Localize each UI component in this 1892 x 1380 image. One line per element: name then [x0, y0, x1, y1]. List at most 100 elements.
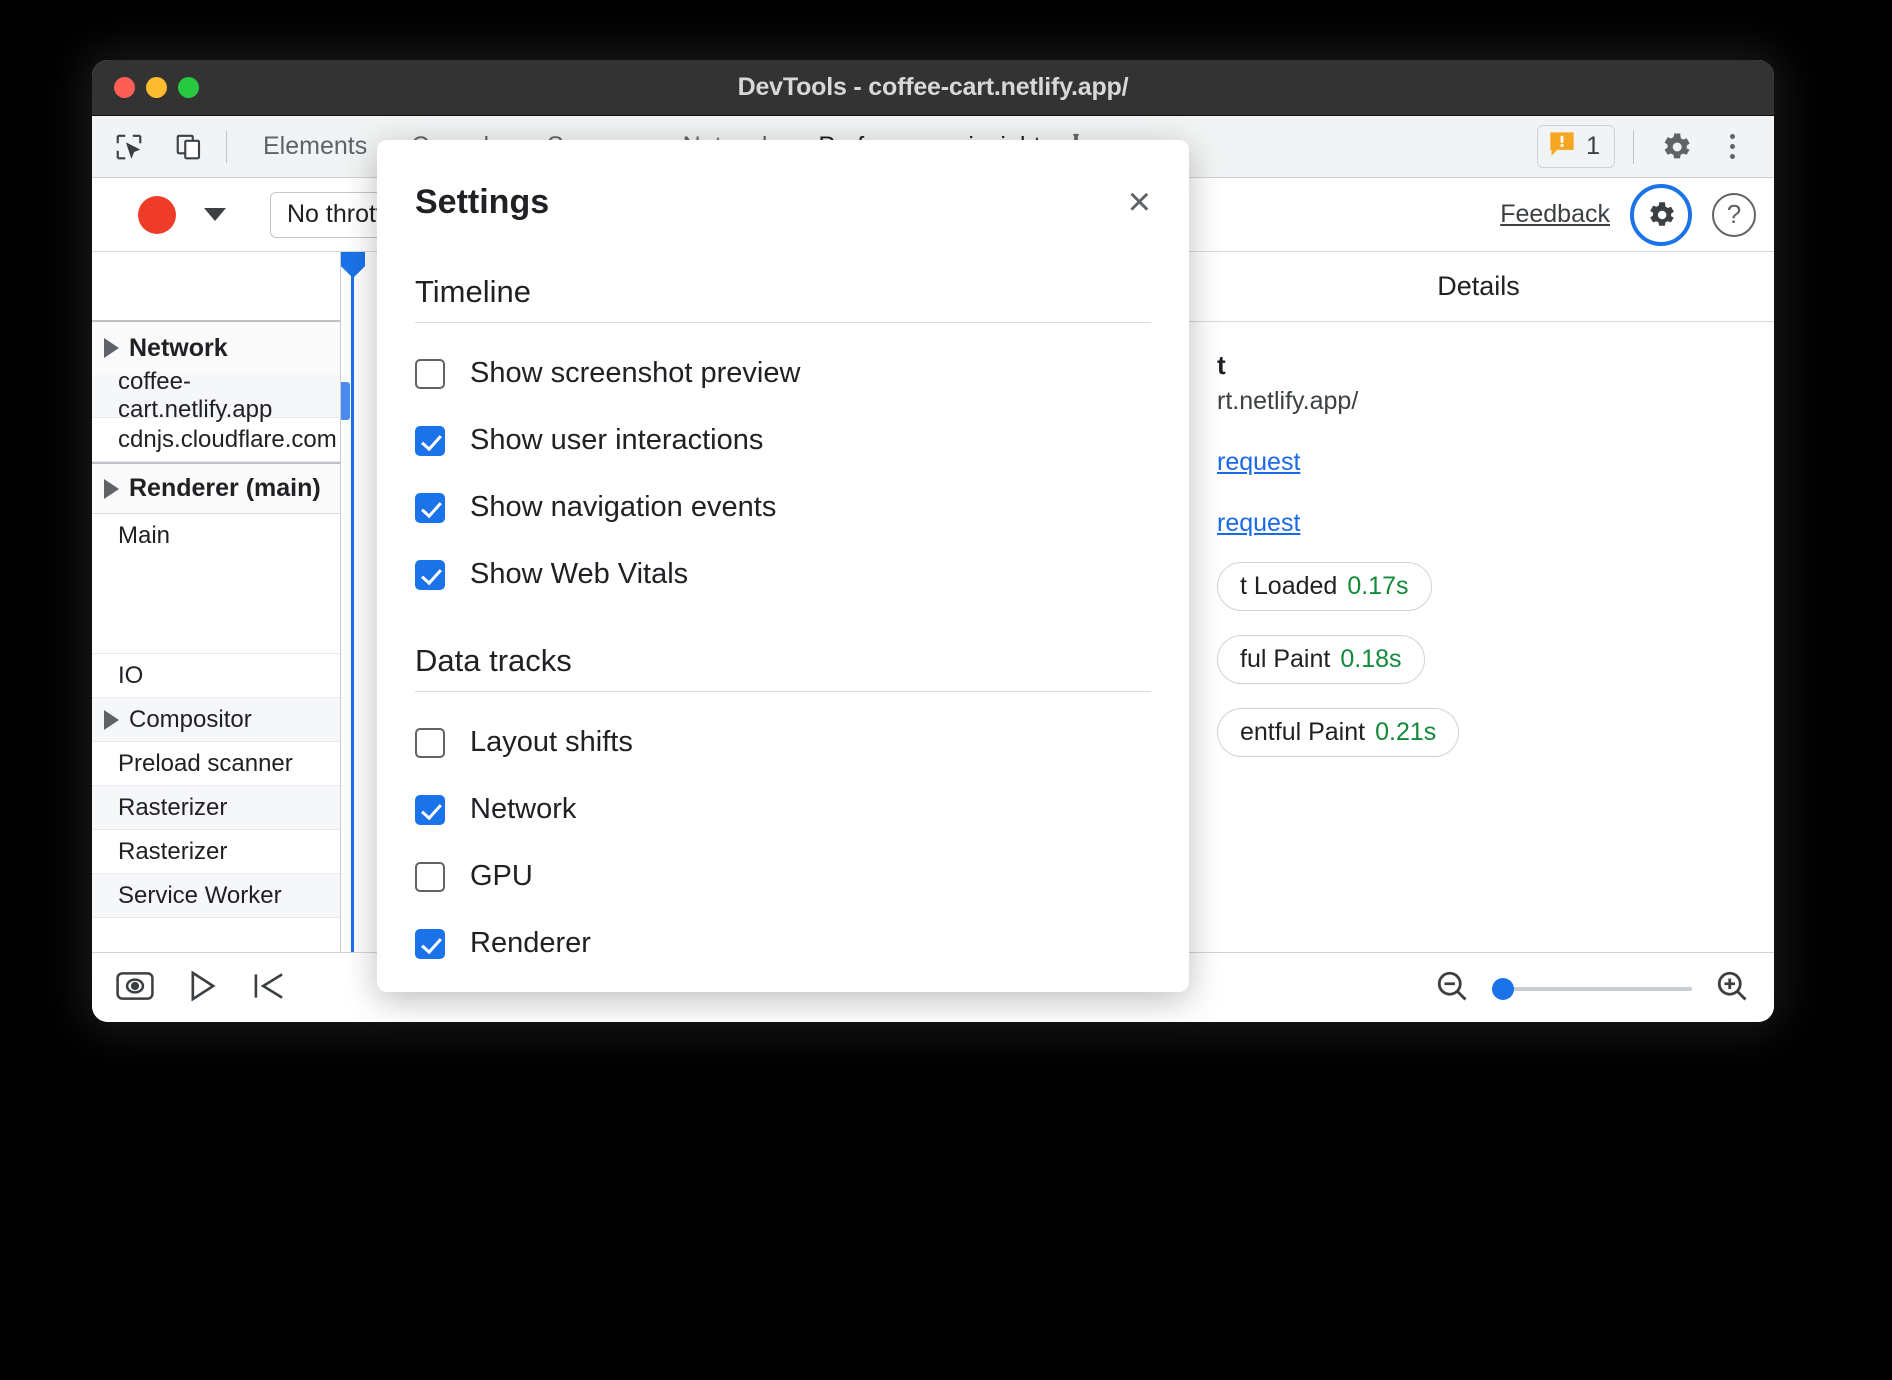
metric-value: 0.21s — [1375, 718, 1436, 747]
toolbar-divider — [226, 131, 227, 163]
help-button[interactable]: ? — [1712, 193, 1756, 237]
details-link-1[interactable]: request — [1217, 448, 1740, 477]
sidebar-group-network[interactable]: Network — [92, 322, 340, 374]
event-marker — [341, 382, 350, 420]
sidebar-item-coffee-cart[interactable]: coffee-cart.netlify.app — [92, 374, 340, 418]
sidebar-item-io[interactable]: IO — [92, 654, 340, 698]
metric-pill-dom-content-loaded: t Loaded 0.17s — [1217, 562, 1432, 611]
group-label: Network — [129, 334, 228, 363]
warning-badge[interactable]: 1 — [1537, 125, 1615, 168]
checkbox[interactable] — [415, 929, 445, 959]
row-label: Rasterizer — [118, 794, 227, 822]
checkbox[interactable] — [415, 359, 445, 389]
row-label: coffee-cart.netlify.app — [118, 368, 340, 424]
checkbox[interactable] — [415, 728, 445, 758]
section-title: Data tracks — [415, 643, 1151, 692]
details-url: rt.netlify.app/ — [1217, 387, 1740, 416]
settings-dialog: Settings × Timeline Show screenshot prev… — [377, 140, 1189, 992]
tabbar-divider — [1633, 130, 1634, 164]
zoom-in-icon[interactable] — [1714, 968, 1750, 1009]
checkbox[interactable] — [415, 493, 445, 523]
close-icon[interactable]: × — [1128, 182, 1151, 222]
row-label: Service Worker — [118, 882, 282, 910]
row-label: cdnjs.cloudflare.com — [118, 426, 337, 454]
playhead-handle[interactable] — [341, 252, 365, 278]
details-header: Details — [1183, 252, 1774, 322]
checkbox[interactable] — [415, 560, 445, 590]
warning-count: 1 — [1586, 132, 1600, 161]
row-label: IO — [118, 662, 143, 690]
option-label: Show Web Vitals — [470, 558, 688, 591]
option-show-screenshot-preview[interactable]: Show screenshot preview — [415, 357, 1151, 390]
option-label: Show screenshot preview — [470, 357, 800, 390]
sidebar-item-main[interactable]: Main — [92, 514, 340, 654]
metric-value: 0.17s — [1347, 572, 1408, 601]
details-panel: Details t rt.netlify.app/ request reques… — [1182, 252, 1774, 952]
option-show-user-interactions[interactable]: Show user interactions — [415, 424, 1151, 457]
details-link-2[interactable]: request — [1217, 509, 1740, 538]
option-show-navigation-events[interactable]: Show navigation events — [415, 491, 1151, 524]
zoom-out-icon[interactable] — [1434, 968, 1470, 1009]
sidebar-item-cdnjs[interactable]: cdnjs.cloudflare.com — [92, 418, 340, 462]
expand-triangle-icon — [104, 338, 119, 358]
window-titlebar: DevTools - coffee-cart.netlify.app/ — [92, 60, 1774, 116]
device-toolbar-icon[interactable] — [166, 124, 212, 170]
metric-pill-largest-contentful-paint: entful Paint 0.21s — [1217, 708, 1459, 757]
row-label: Preload scanner — [118, 750, 293, 778]
group-label: Renderer (main) — [129, 474, 321, 503]
option-label: GPU — [470, 860, 533, 893]
option-show-web-vitals[interactable]: Show Web Vitals — [415, 558, 1151, 591]
option-label: Show user interactions — [470, 424, 763, 457]
expand-triangle-icon — [104, 479, 119, 499]
jump-to-start-icon[interactable] — [252, 970, 286, 1007]
tab-elements[interactable]: Elements — [241, 116, 389, 177]
inspect-cursor-icon[interactable] — [106, 124, 152, 170]
details-title: t — [1217, 350, 1740, 381]
sidebar-top-spacer — [92, 252, 340, 322]
option-network[interactable]: Network — [415, 793, 1151, 826]
option-layout-shifts[interactable]: Layout shifts — [415, 726, 1151, 759]
checkbox[interactable] — [415, 426, 445, 456]
playhead-line — [351, 252, 354, 952]
settings-button-highlighted[interactable] — [1630, 184, 1692, 246]
settings-header: Settings × — [377, 140, 1189, 222]
chevron-down-icon[interactable] — [204, 208, 226, 221]
sidebar-item-compositor[interactable]: Compositor — [92, 698, 340, 742]
warning-message-icon — [1548, 131, 1576, 162]
option-renderer[interactable]: Renderer — [415, 927, 1151, 960]
sidebar-group-renderer[interactable]: Renderer (main) — [92, 462, 340, 514]
visibility-icon[interactable] — [116, 971, 154, 1006]
main-menu-icon[interactable] — [1708, 123, 1756, 171]
row-label: Rasterizer — [118, 838, 227, 866]
window-title: DevTools - coffee-cart.netlify.app/ — [92, 73, 1774, 102]
row-label: Main — [118, 522, 170, 550]
option-label: Show navigation events — [470, 491, 776, 524]
settings-section-data-tracks: Data tracks Layout shifts Network GPU Re… — [377, 643, 1189, 992]
record-button[interactable] — [138, 196, 176, 234]
details-body: t rt.netlify.app/ request request t Load… — [1183, 322, 1774, 757]
checkbox[interactable] — [415, 862, 445, 892]
zoom-slider-thumb[interactable] — [1492, 978, 1514, 1000]
zoom-slider[interactable] — [1492, 987, 1692, 991]
toolbar-right-actions: Feedback ? — [1500, 184, 1756, 246]
checkbox[interactable] — [415, 795, 445, 825]
play-icon[interactable] — [188, 970, 218, 1007]
row-label: Compositor — [129, 706, 252, 734]
tracks-sidebar: Network coffee-cart.netlify.app cdnjs.cl… — [92, 252, 341, 952]
tab-label: Elements — [263, 132, 367, 161]
sidebar-item-rasterizer-2[interactable]: Rasterizer — [92, 830, 340, 874]
settings-section-timeline: Timeline Show screenshot preview Show us… — [377, 274, 1189, 591]
feedback-link[interactable]: Feedback — [1500, 200, 1610, 229]
metric-value: 0.18s — [1340, 645, 1401, 674]
sidebar-item-rasterizer-1[interactable]: Rasterizer — [92, 786, 340, 830]
sidebar-item-service-worker[interactable]: Service Worker — [92, 874, 340, 918]
help-label: ? — [1727, 199, 1741, 230]
screenshot-stage: DevTools - coffee-cart.netlify.app/ Elem… — [0, 0, 1892, 1380]
zoom-controls — [1434, 968, 1750, 1009]
settings-gear-icon[interactable] — [1652, 123, 1700, 171]
sidebar-item-preload-scanner[interactable]: Preload scanner — [92, 742, 340, 786]
option-label: Renderer — [470, 927, 591, 960]
expand-triangle-icon — [104, 710, 119, 730]
option-gpu[interactable]: GPU — [415, 860, 1151, 893]
settings-title: Settings — [415, 183, 549, 222]
